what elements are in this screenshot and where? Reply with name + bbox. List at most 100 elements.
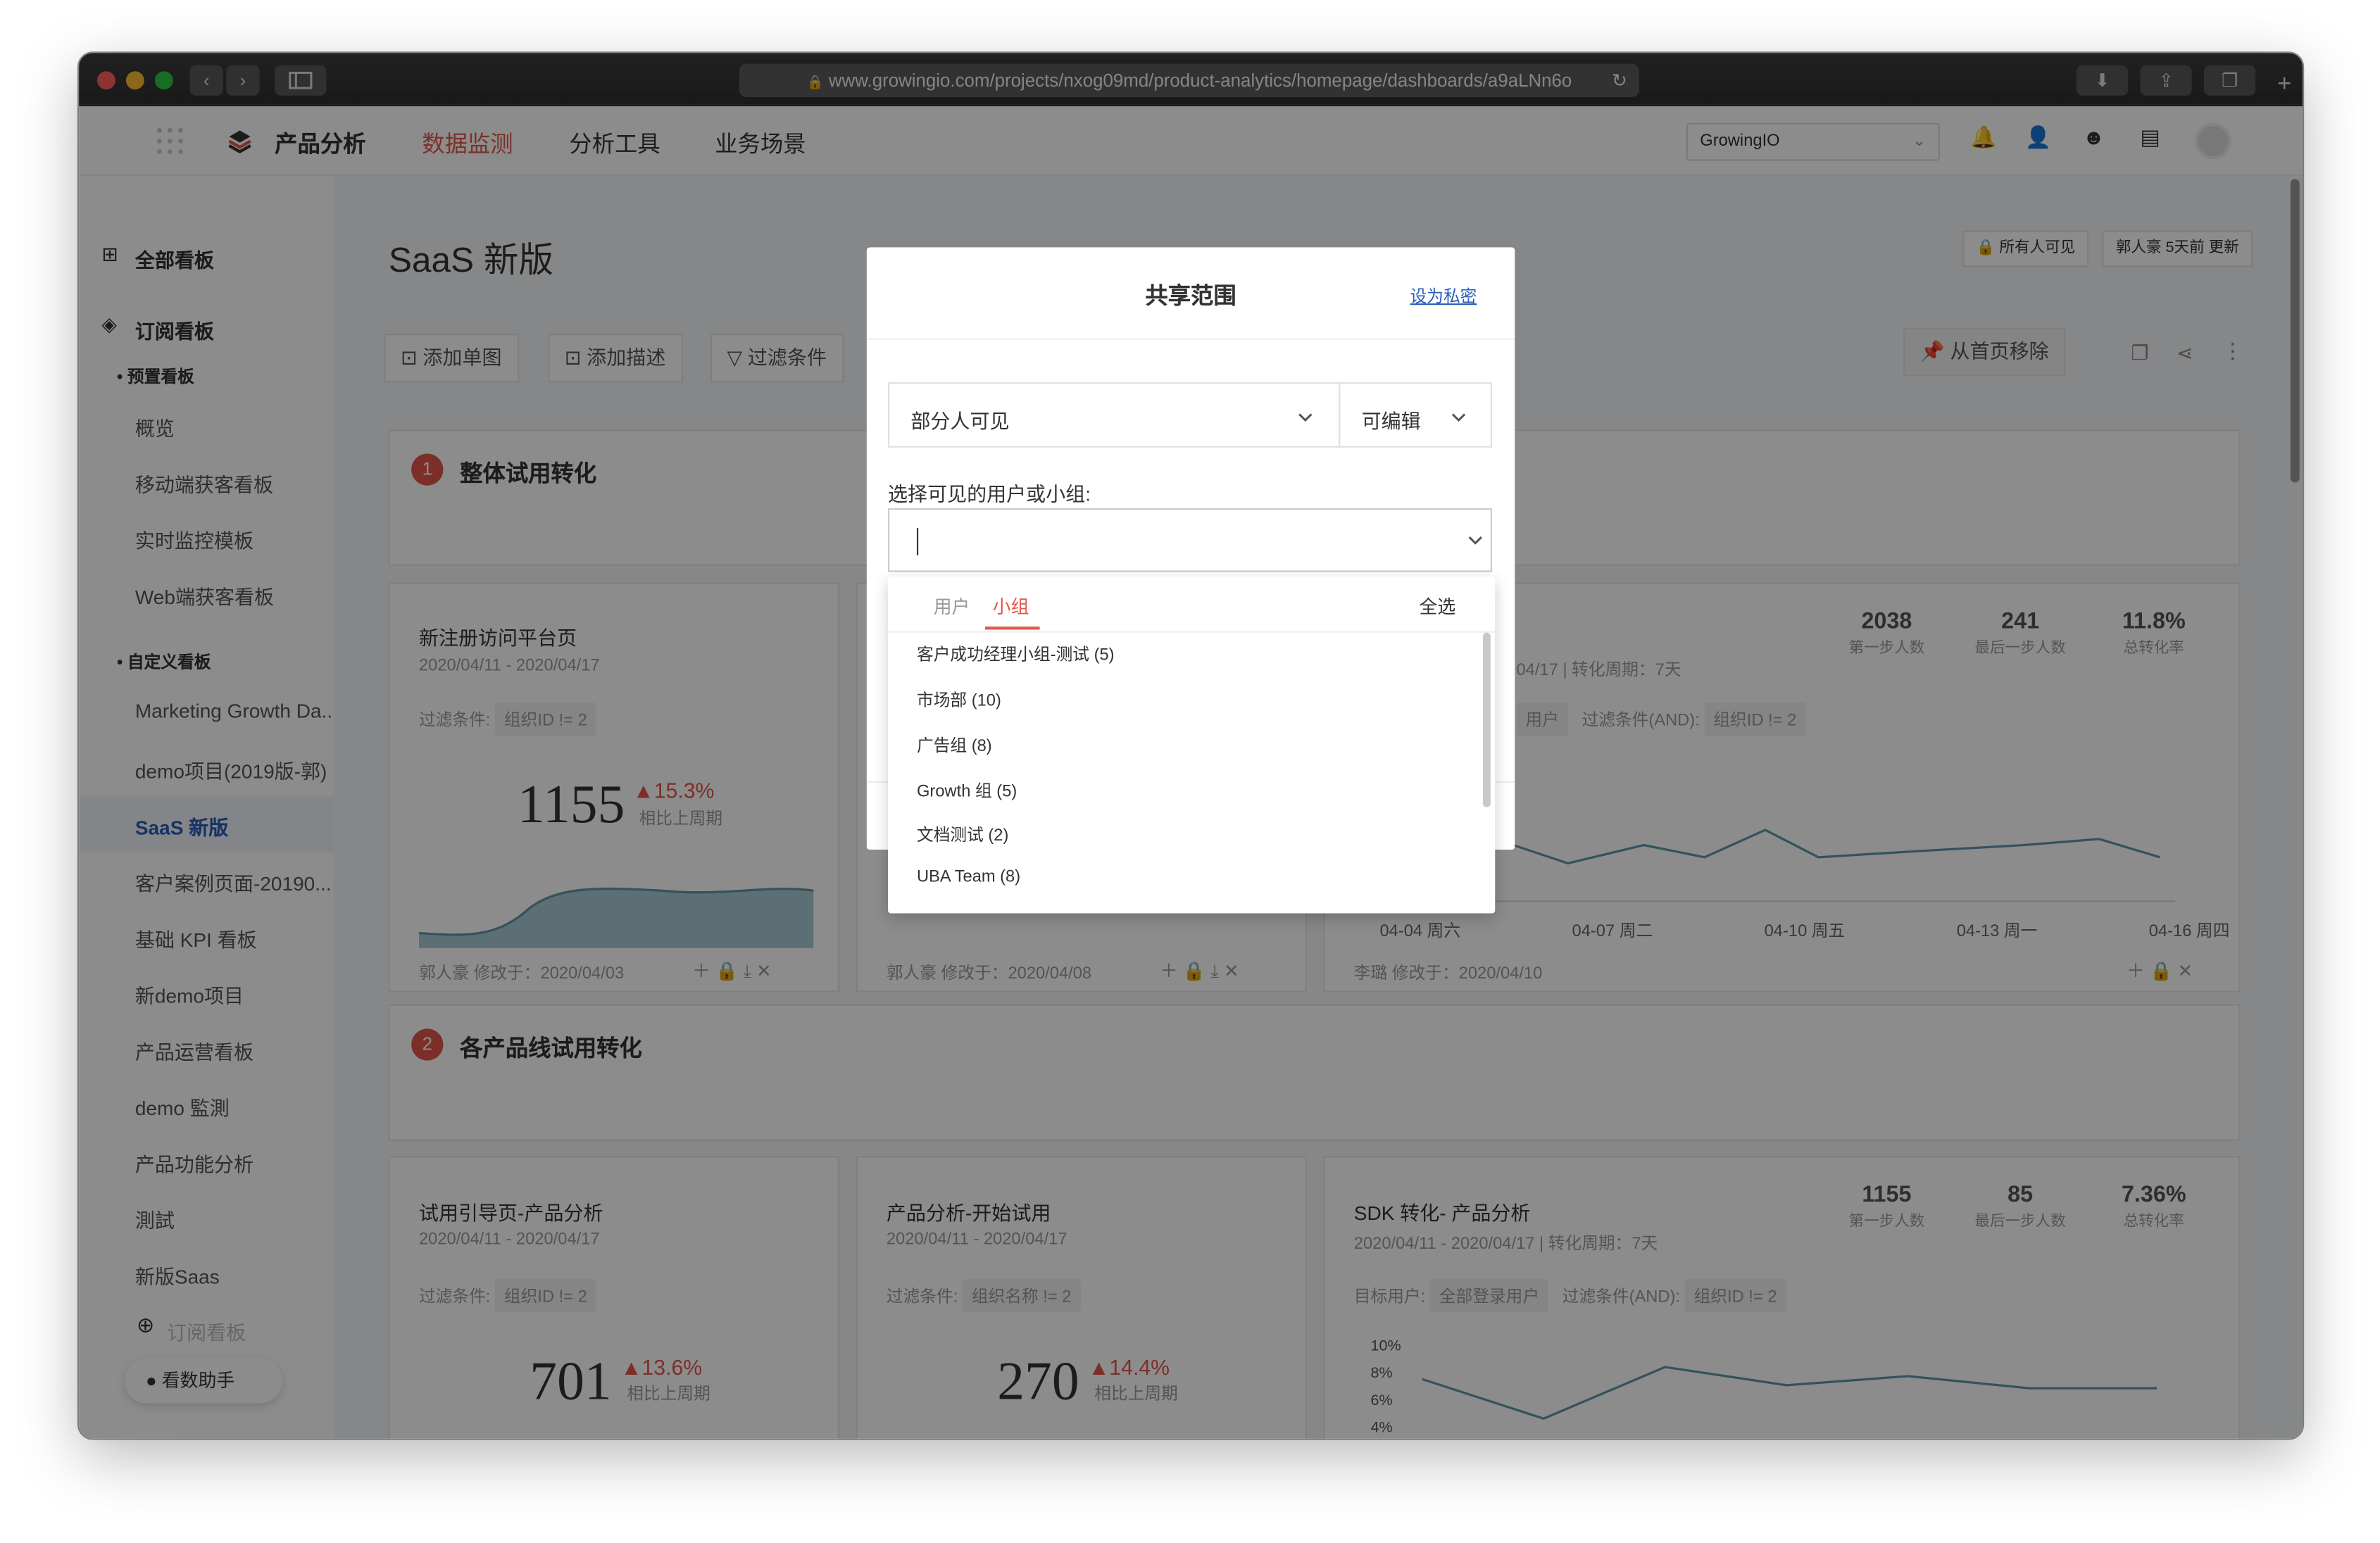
group-option[interactable]: 市场部 (10) (917, 687, 1001, 711)
group-option[interactable]: UBA Team (8) (917, 868, 1020, 886)
sidebar-item-preset[interactable]: 移动端获客看板 (135, 469, 332, 498)
sidebar-item-preset[interactable]: 概览 (135, 412, 332, 441)
sidebar-item-custom[interactable]: demo项目(2019版-郭) (135, 755, 332, 784)
sidebar-item-custom[interactable]: 产品运营看板 (135, 1036, 332, 1065)
add-description-button[interactable]: ⊡ 添加描述 (548, 334, 683, 383)
stat-block: 241 最后一步人数 (1974, 608, 2065, 657)
filter-tag: 组织ID != 2 (1704, 702, 1806, 736)
minimize-window-button[interactable] (125, 71, 144, 90)
line-chart (1422, 1366, 2157, 1421)
forward-button[interactable]: › (226, 65, 260, 96)
sidebar-item-preset[interactable]: 实时监控模板 (135, 525, 332, 554)
page-scrollbar[interactable] (2290, 179, 2300, 483)
metric-card[interactable]: 产品分析-开始试用 2020/04/11 - 2020/04/17 过滤条件: … (856, 1156, 1307, 1439)
assistant-button[interactable]: ● 看数助手 (124, 1358, 282, 1404)
more-icon[interactable]: ⋮ (2222, 339, 2243, 365)
filter-tag: 组织名称 != 2 (962, 1279, 1081, 1313)
layers-icon: ◈ (101, 313, 117, 336)
visibility-select[interactable]: 部分人可见 (888, 382, 1341, 448)
metric-delta-label: 相比上周期 (1094, 1385, 1178, 1404)
chevron-right-icon: › (239, 70, 246, 92)
support-icon[interactable]: ☻ (2082, 125, 2105, 149)
add-chart-button[interactable]: ⊡ 添加单图 (384, 334, 519, 383)
x-tick: 04-10 周五 (1764, 922, 1846, 941)
sidebar-item-custom[interactable]: 基础 KPI 看板 (135, 924, 332, 953)
page-title: SaaS 新版 (388, 239, 554, 279)
add-user-icon[interactable]: 👤 (2025, 125, 2052, 151)
dropdown-divider (888, 631, 1496, 633)
url-bar[interactable]: 🔒 www.growingio.com/projects/nxog09md/pr… (739, 63, 1640, 97)
chevron-down-icon (1451, 413, 1466, 422)
tab-users[interactable]: 用户 (934, 593, 970, 619)
group-option[interactable]: 客户成功经理小组-测试 (5) (917, 642, 1115, 666)
filter-label: 过滤条件: (418, 1287, 491, 1306)
lock-icon: 🔒 (806, 74, 824, 90)
close-window-button[interactable] (96, 71, 115, 90)
document-icon[interactable]: ▤ (2140, 125, 2160, 151)
nav-analysis-tools[interactable]: 分析工具 (569, 127, 660, 159)
bell-icon[interactable]: 🔔 (1970, 125, 1997, 151)
filter-icon: ▽ (727, 346, 743, 369)
sidebar-item-custom[interactable]: 客户案例页面-20190... (135, 868, 332, 897)
group-option[interactable]: 文档测试 (2) (917, 822, 1008, 846)
card-date: 2020/04/11 - 2020/04/17 (418, 657, 600, 676)
funnel-card[interactable]: SDK 转化- 产品分析 2020/04/11 - 2020/04/17 | 转… (1323, 1156, 2241, 1439)
card-actions-icon[interactable]: ＋ 🔒 ⤓ ✕ (692, 957, 772, 983)
sidebar-item-custom[interactable]: Marketing Growth Da... (135, 700, 332, 722)
permission-select[interactable]: 可编辑 (1339, 382, 1492, 448)
sidebar-item-all-boards[interactable]: 全部看板 (135, 244, 214, 273)
select-all-button[interactable]: 全选 (1419, 593, 1455, 619)
stat-label: 总转化率 (2123, 640, 2184, 657)
set-private-link[interactable]: 设为私密 (1410, 284, 1477, 308)
sidebar-toggle-button[interactable] (275, 65, 327, 96)
sidebar-item-preset[interactable]: Web端获客看板 (135, 581, 332, 610)
project-select[interactable]: GrowingIO ⌄ (1686, 122, 1940, 161)
card-actions-icon[interactable]: ＋ 🔒 ✕ (2127, 957, 2193, 983)
growingio-logo-icon (228, 130, 251, 153)
tabs-overview-button[interactable]: ❐ (2203, 65, 2256, 96)
metric-delta: ▲14.4% (1088, 1354, 1170, 1380)
share-button[interactable]: ⇪ (2140, 65, 2192, 96)
apps-grid-icon[interactable] (155, 126, 185, 156)
avatar[interactable] (2194, 122, 2231, 160)
sidebar-item-custom[interactable]: 測試 (135, 1204, 332, 1233)
card-actions-icon[interactable]: ＋ 🔒 ⤓ ✕ (1160, 957, 1239, 983)
sidebar-item-subscribed[interactable]: 订阅看板 (135, 315, 214, 344)
brand-product-analytics[interactable]: 产品分析 (275, 127, 365, 159)
reload-icon[interactable]: ↻ (1612, 64, 1627, 97)
sidebar-item-custom[interactable]: 产品功能分析 (135, 1149, 332, 1178)
visibility-button[interactable]: 🔒 所有人可见 (1962, 230, 2089, 267)
plus-circle-icon[interactable]: ⊕ (137, 1312, 154, 1338)
chevron-down-icon (1468, 536, 1482, 545)
remove-from-home-button[interactable]: 📌 从首页移除 (1903, 327, 2066, 377)
group-option[interactable]: 广告组 (8) (917, 733, 992, 757)
zoom-window-button[interactable] (154, 71, 173, 90)
share-icon: ⇪ (2158, 70, 2174, 92)
sidebar-item-custom[interactable]: 新demo项目 (135, 980, 332, 1009)
card-filter: 过滤条件: 组织ID != 2 (419, 702, 596, 736)
filter-tag: 组织ID != 2 (494, 702, 596, 736)
nav-business-scenarios[interactable]: 业务场景 (715, 127, 806, 159)
stat-value: 2038 (1861, 608, 1912, 634)
sidebar-item-custom[interactable]: 新版Saas (135, 1261, 332, 1290)
new-tab-button[interactable]: + (2267, 70, 2300, 100)
custom-header-text: 自定义看板 (127, 653, 211, 672)
stat-value: 1155 (1862, 1182, 1912, 1208)
dropdown-scrollbar[interactable] (1483, 632, 1491, 807)
metric-card[interactable]: 试用引导页-产品分析 2020/04/11 - 2020/04/17 过滤条件:… (388, 1156, 840, 1439)
sidebar-item-custom-active[interactable]: SaaS 新版 (135, 812, 332, 840)
nav-data-monitor[interactable]: 数据监测 (422, 127, 513, 159)
download-button[interactable]: ⬇ (2076, 65, 2129, 96)
user-group-input[interactable] (888, 508, 1492, 572)
tab-groups[interactable]: 小组 (993, 593, 1029, 619)
group-option[interactable]: Growth 组 (5) (917, 779, 1017, 802)
filter-button[interactable]: ▽ 过滤条件 (710, 334, 844, 383)
sidebar-item-custom[interactable]: demo 監測 (135, 1092, 332, 1121)
metric-card[interactable]: 新注册访问平台页 2020/04/11 - 2020/04/17 过滤条件: 组… (388, 582, 840, 993)
visibility-select-value: 部分人可见 (910, 409, 1010, 433)
stat-block: 2038 第一步人数 (1841, 608, 1932, 657)
section-number: 2 (411, 1028, 444, 1061)
back-button[interactable]: ‹ (189, 65, 223, 96)
share-icon[interactable]: ⋖ (2177, 341, 2193, 365)
copy-icon[interactable]: ❐ (2131, 341, 2148, 365)
